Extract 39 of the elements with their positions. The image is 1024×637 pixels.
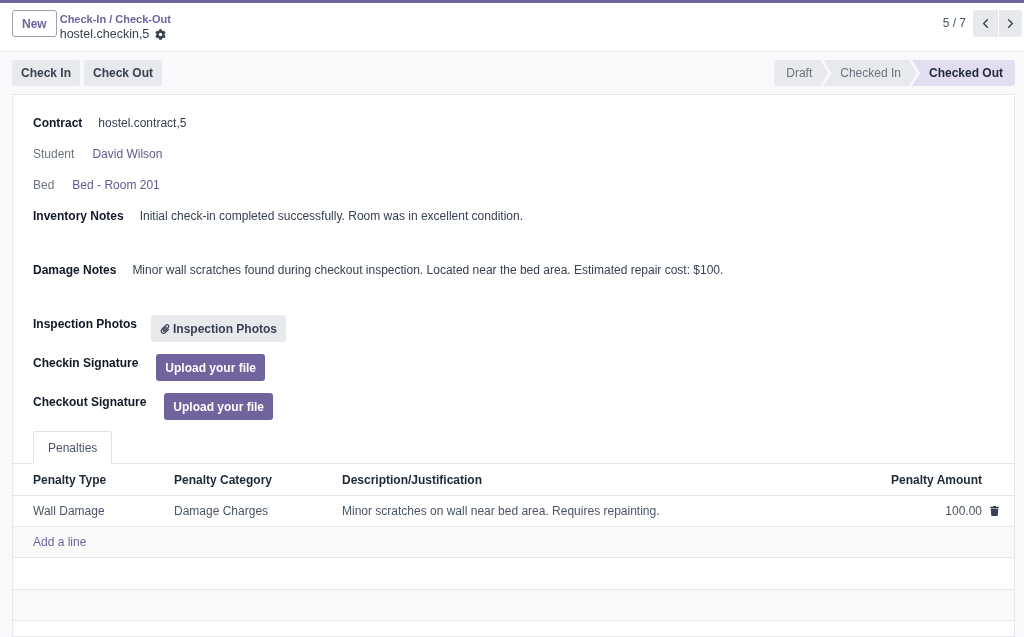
action-button[interactable]: Check In	[12, 60, 80, 86]
field-label: Inventory Notes	[33, 208, 124, 225]
previous-button[interactable]	[973, 10, 998, 37]
upload-button[interactable]: Upload your file	[156, 354, 266, 381]
table-cell-text: Minor scratches on wall near bed area. Requires repainting.	[342, 503, 660, 520]
field-label: Student	[33, 146, 75, 163]
table-cell-text: 100.00	[945, 503, 982, 520]
field-label: Bed	[33, 177, 55, 194]
trash-icon[interactable]	[990, 506, 999, 516]
upload-button[interactable]: Upload your file	[164, 393, 274, 420]
field-value: hostel.contract,5	[98, 115, 187, 132]
breadcrumb-link[interactable]: Check-In / Check-Out	[59, 12, 171, 26]
tab[interactable]: Penalties	[33, 431, 113, 464]
field-label: Damage Notes	[33, 262, 117, 279]
record-link[interactable]: David Wilson	[92, 144, 163, 164]
attachment-button[interactable]: Inspection Photos	[151, 315, 287, 342]
add-line-link[interactable]: Add a line	[33, 533, 87, 551]
notes-text: Minor wall scratches found during checkout inspection. Located near the bed area. Estimated repair cost: $100.	[132, 262, 724, 279]
paperclip-icon	[160, 323, 170, 334]
new-button[interactable]: New	[12, 10, 57, 37]
status-step[interactable]: Checked In	[823, 60, 917, 86]
field-label: Contract	[33, 115, 83, 132]
table-cell-text: Wall Damage	[32, 503, 105, 520]
status-step[interactable]: Checked Out	[912, 60, 1015, 86]
column-header[interactable]: Penalty Amount	[891, 470, 982, 489]
field-label: Inspection Photos	[33, 316, 137, 333]
action-button[interactable]: Check Out	[84, 60, 163, 86]
table-cell-text: Damage Charges	[174, 503, 269, 520]
field-label: Checkout Signature	[33, 394, 147, 411]
field-label: Checkin Signature	[33, 355, 139, 372]
column-header[interactable]: Penalty Category	[174, 470, 273, 489]
column-header[interactable]: Penalty Type	[13, 470, 107, 489]
notes-text: Initial check-in completed successfully. Room was in excellent condition.	[139, 208, 523, 225]
settings-icon[interactable]	[155, 28, 167, 40]
record-link[interactable]: Bed - Room 201	[72, 175, 160, 195]
column-header[interactable]: Description/Justification	[342, 470, 483, 489]
pager-counter: 5 / 7	[942, 15, 966, 32]
record-name: hostel.checkin,5	[59, 26, 150, 42]
next-button[interactable]	[998, 10, 1022, 37]
